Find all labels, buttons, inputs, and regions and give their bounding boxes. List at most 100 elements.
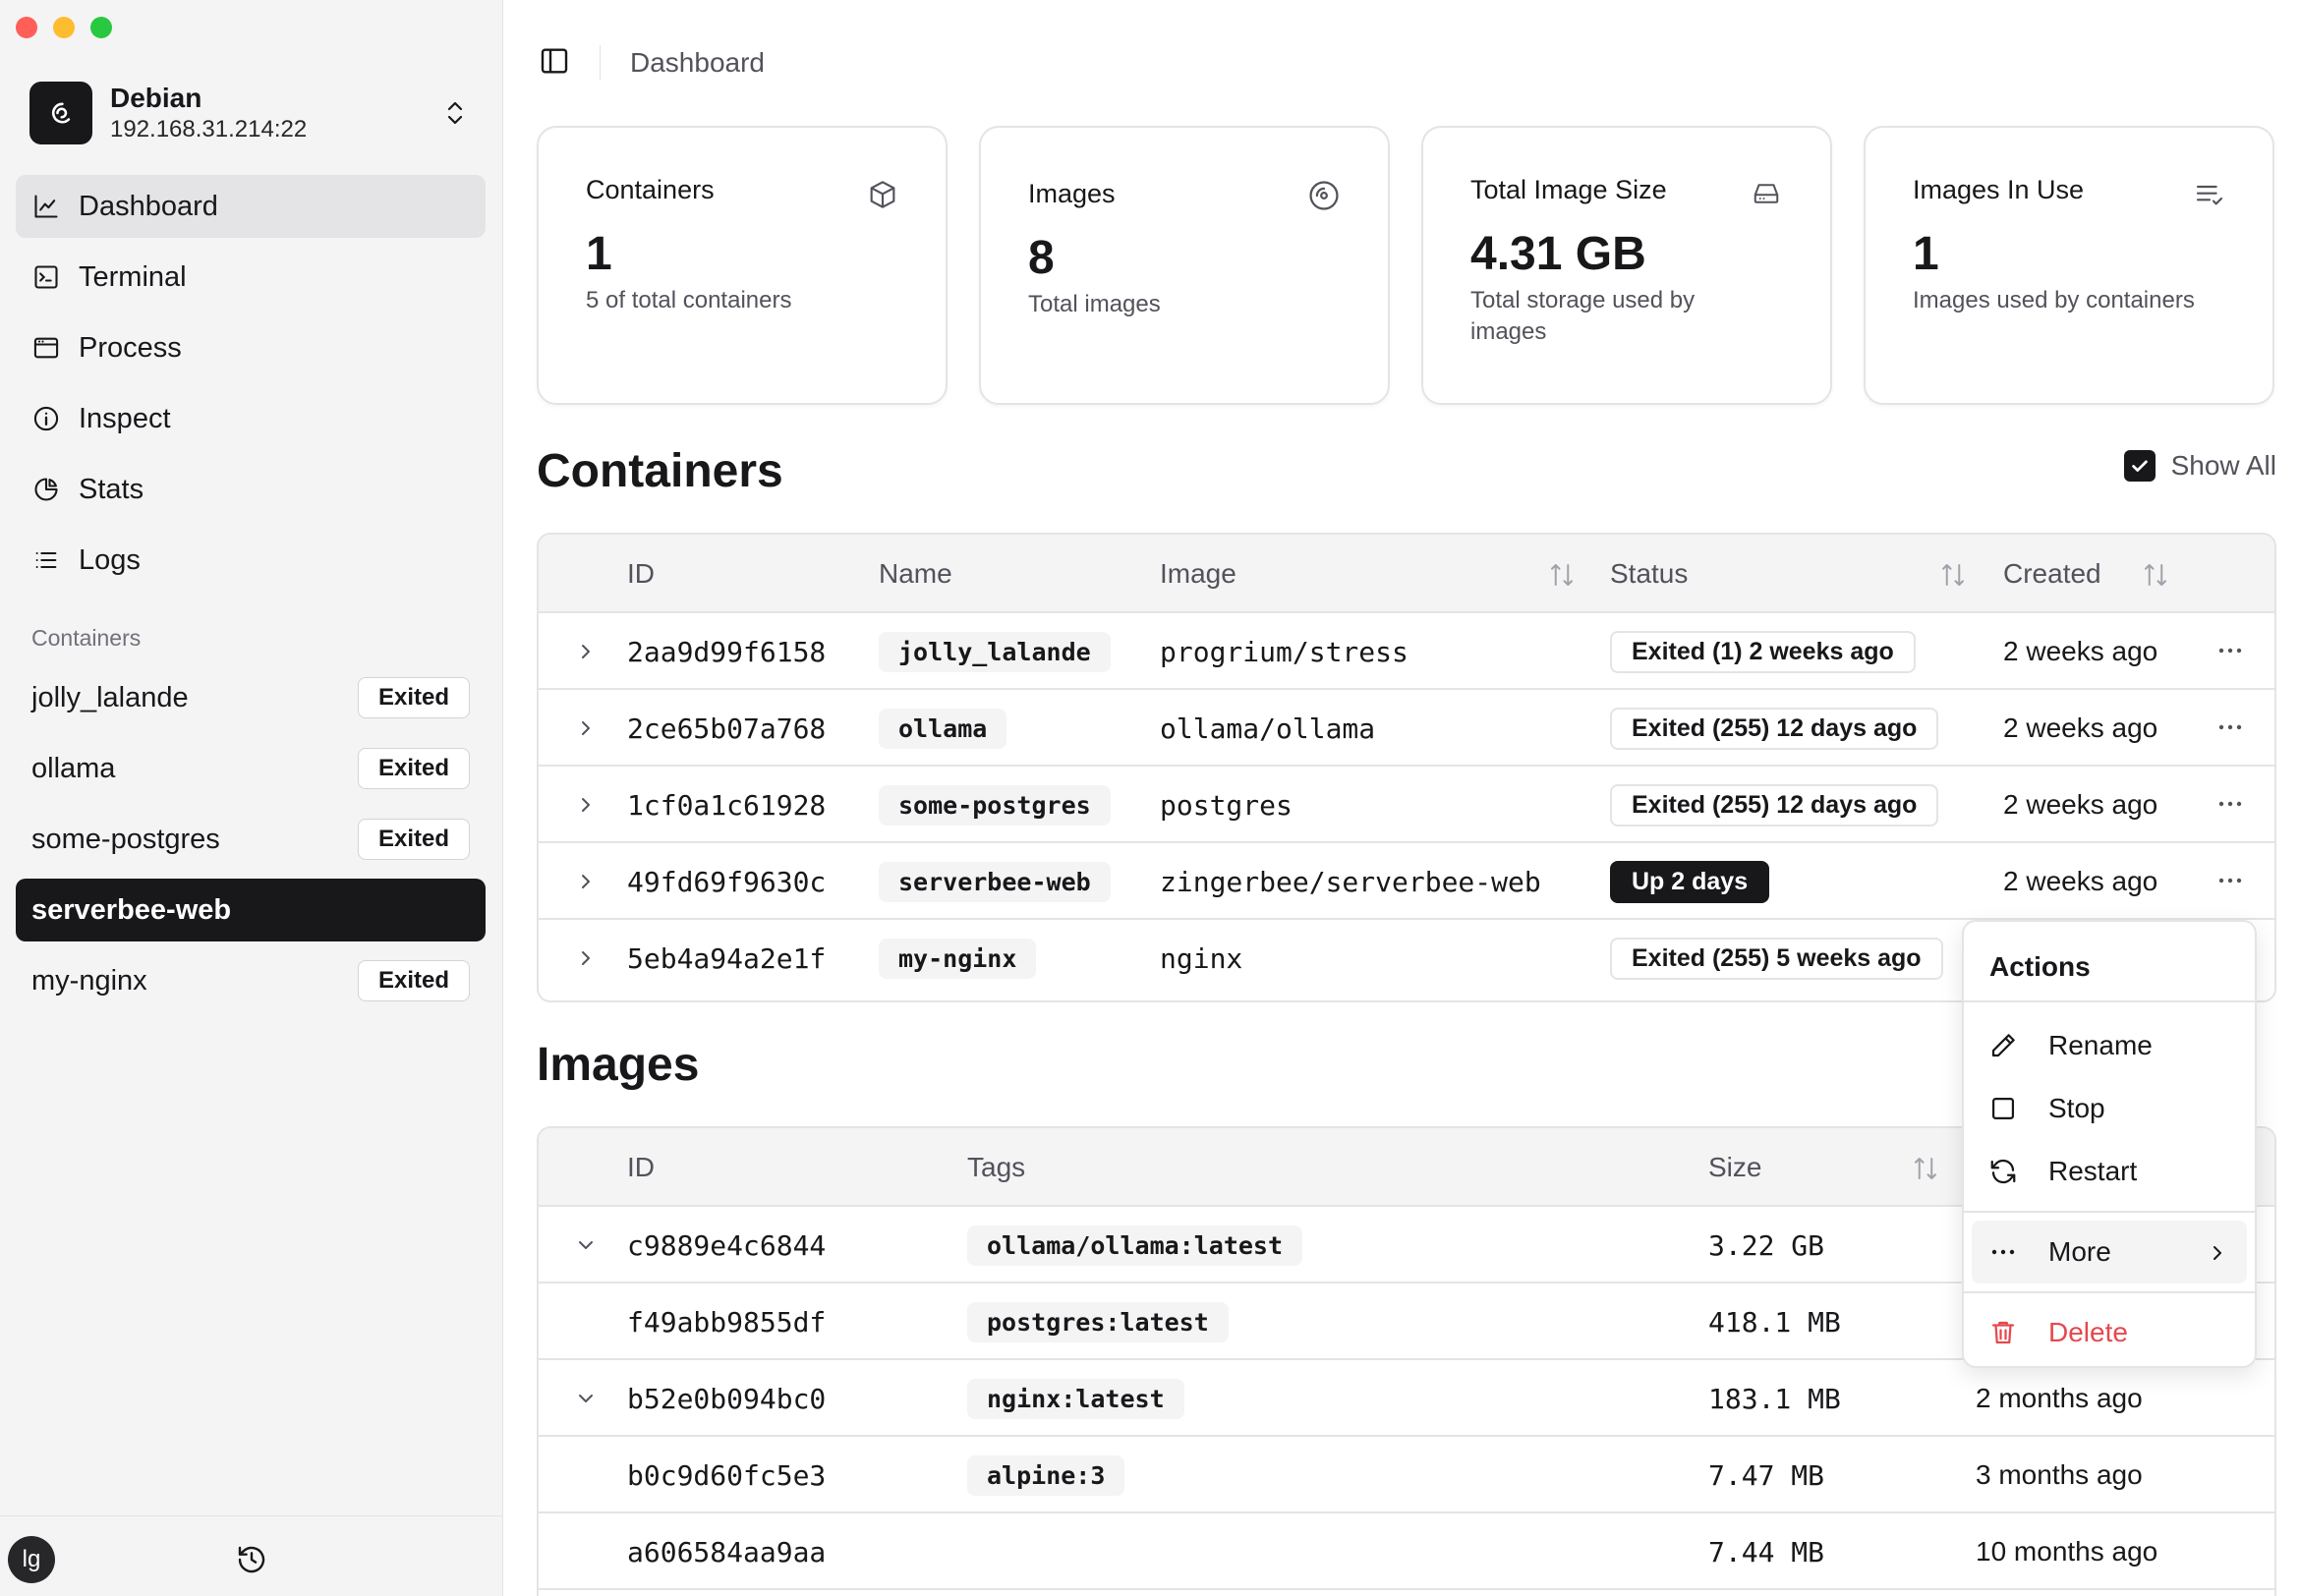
nav-label: Inspect (79, 402, 171, 434)
terminal-icon (31, 262, 61, 292)
close-window-button[interactable] (16, 17, 37, 38)
chevron-right-icon[interactable] (574, 716, 598, 745)
menu-item-label: Stop (2048, 1093, 2105, 1123)
stat-card-containers: Containers 1 5 of total containers (537, 126, 948, 405)
chevron-right-icon[interactable] (574, 793, 598, 822)
container-name-tag: my-nginx (879, 938, 1037, 979)
nav-label: Logs (79, 543, 141, 576)
nav-item-terminal[interactable]: Terminal (16, 246, 486, 309)
list-icon (31, 545, 61, 575)
sort-icon[interactable] (2141, 560, 2170, 595)
container-name: ollama (31, 752, 116, 784)
image-id: b0c9d60fc5e3 (627, 1458, 827, 1492)
history-icon[interactable] (236, 1544, 267, 1580)
nav-item-stats[interactable]: Stats (16, 458, 486, 521)
row-actions-icon[interactable] (2215, 717, 2245, 742)
row-actions-icon[interactable] (2215, 641, 2245, 665)
table-row[interactable]: 2aa9d99f6158 jolly_lalande progrium/stre… (539, 613, 2274, 690)
sort-icon[interactable] (1547, 560, 1577, 595)
container-name-tag: jolly_lalande (879, 631, 1111, 672)
menu-item-stop[interactable]: Stop (1972, 1077, 2247, 1140)
created-cell: 3 months ago (1976, 1459, 2143, 1490)
disc-icon (1307, 179, 1341, 217)
menu-item-label: Restart (2048, 1156, 2138, 1186)
chevron-down-icon[interactable] (574, 1387, 598, 1415)
chevron-right-icon[interactable] (574, 640, 598, 668)
chevron-right-icon[interactable] (574, 870, 598, 898)
status-badge: Up 2 days (1610, 860, 1770, 903)
container-image: progrium/stress (1160, 635, 1409, 668)
sidebar-container-item[interactable]: jolly_lalande Exited (16, 666, 486, 729)
minimize-window-button[interactable] (53, 17, 75, 38)
row-actions-icon[interactable] (2215, 794, 2245, 819)
status-badge: Exited (357, 819, 470, 860)
chart-line-icon (31, 192, 61, 221)
card-title: Total Image Size (1470, 175, 1667, 204)
created-cell: 2 weeks ago (2003, 789, 2158, 820)
container-name-tag: some-postgres (879, 784, 1111, 826)
image-id: b52e0b094bc0 (627, 1382, 827, 1415)
menu-item-label: Rename (2048, 1030, 2153, 1060)
hard-drive-icon (1750, 179, 1783, 213)
show-all-label: Show All (2170, 450, 2276, 481)
image-id: a606584aa9aa (627, 1535, 827, 1568)
stat-card-total-image-size: Total Image Size 4.31 GB Total storage u… (1421, 126, 1832, 405)
table-row[interactable]: 49fd69f9630c serverbee-web zingerbee/ser… (539, 843, 2274, 920)
pie-chart-icon (31, 475, 61, 504)
sidebar-toggle-icon[interactable] (539, 45, 570, 82)
menu-divider (1964, 1291, 2255, 1293)
status-badge: Exited (255) 5 weeks ago (1610, 937, 1943, 980)
nav-item-dashboard[interactable]: Dashboard (16, 175, 486, 238)
chevron-down-icon[interactable] (574, 1233, 598, 1262)
show-all-toggle[interactable]: Show All (2123, 450, 2276, 482)
menu-item-restart[interactable]: Restart (1972, 1140, 2247, 1203)
table-row[interactable]: b52e0b094bc0 nginx:latest 183.1 MB 2 mon… (539, 1360, 2274, 1437)
nav-item-logs[interactable]: Logs (16, 529, 486, 592)
col-header-status[interactable]: Status (1610, 535, 1688, 613)
table-row[interactable]: 1cf0a1c61928 some-postgres postgres Exit… (539, 767, 2274, 843)
container-id: 49fd69f9630c (627, 865, 827, 898)
status-badge: Exited (357, 960, 470, 1001)
maximize-window-button[interactable] (90, 17, 112, 38)
sidebar-container-item[interactable]: some-postgres Exited (16, 808, 486, 871)
sidebar-container-item[interactable]: serverbee-web (16, 879, 486, 941)
table-row[interactable]: a606584aa9aa 7.44 MB 10 months ago (539, 1513, 2274, 1590)
sort-icon[interactable] (1938, 560, 1968, 595)
avatar[interactable]: lg (8, 1536, 55, 1583)
col-header-image[interactable]: Image (1160, 535, 1236, 613)
image-id: f49abb9855df (627, 1305, 827, 1339)
breadcrumb: Dashboard (630, 47, 765, 78)
chevrons-up-down-icon[interactable] (437, 95, 473, 131)
col-header-id: ID (627, 1152, 655, 1182)
nav-label: Stats (79, 473, 144, 505)
menu-item-more[interactable]: More (1972, 1221, 2247, 1283)
menu-item-rename[interactable]: Rename (1972, 1014, 2247, 1077)
table-row[interactable]: b0c9d60fc5e3 alpine:3 7.47 MB 3 months a… (539, 1437, 2274, 1513)
card-value: 8 (1028, 232, 1055, 284)
nav-item-process[interactable]: Process (16, 316, 486, 379)
col-header-size[interactable]: Size (1708, 1128, 1761, 1207)
card-title: Containers (586, 175, 715, 204)
image-tag: postgres:latest (967, 1301, 1229, 1342)
row-actions-icon[interactable] (2215, 871, 2245, 895)
show-all-checkbox[interactable] (2123, 450, 2156, 482)
created-cell: 2 months ago (1976, 1383, 2143, 1413)
chevron-right-icon[interactable] (574, 946, 598, 975)
table-row[interactable]: 2ce65b07a768 ollama ollama/ollama Exited… (539, 690, 2274, 767)
menu-item-delete[interactable]: Delete (1972, 1301, 2247, 1364)
card-value: 1 (586, 228, 612, 280)
containers-heading: Containers (537, 445, 783, 497)
created-cell: 2 weeks ago (2003, 712, 2158, 743)
image-size: 3.22 GB (1708, 1228, 1825, 1262)
col-header-created[interactable]: Created (2003, 535, 2101, 613)
info-icon (31, 404, 61, 433)
host-switcher[interactable]: Debian 192.168.31.214:22 (29, 79, 473, 147)
host-address: 192.168.31.214:22 (110, 116, 308, 142)
col-header-name: Name (879, 558, 952, 589)
window-icon (31, 333, 61, 363)
sidebar-container-item[interactable]: my-nginx Exited (16, 949, 486, 1012)
sort-icon[interactable] (1911, 1154, 1940, 1188)
sidebar-container-item[interactable]: ollama Exited (16, 737, 486, 800)
nav-item-inspect[interactable]: Inspect (16, 387, 486, 450)
container-id: 5eb4a94a2e1f (627, 941, 827, 975)
